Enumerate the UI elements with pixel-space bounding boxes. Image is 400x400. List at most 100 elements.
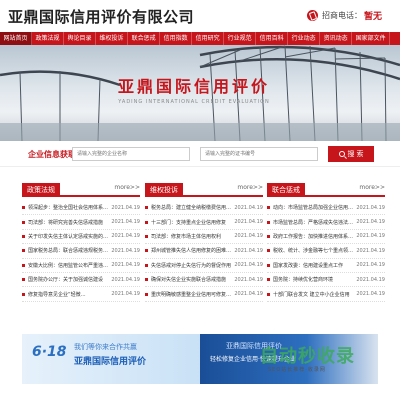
column-title[interactable]: 联合惩戒 xyxy=(267,183,305,197)
news-list: 动向：市场监管总局加强企业信用建设 2021.04.19 市场监管总局：严格惩戒失… xyxy=(267,201,385,302)
news-date: 2021.04.19 xyxy=(111,233,140,240)
column-title[interactable]: 维权投诉 xyxy=(145,183,183,197)
news-title[interactable]: 司法部：修复市场主体信用权利 xyxy=(151,233,232,240)
news-date: 2021.04.19 xyxy=(234,291,263,298)
news-date: 2021.04.19 xyxy=(356,247,385,254)
list-item[interactable]: 司法部：将研究完善失信惩戒措施 2021.04.19 xyxy=(22,215,140,230)
nav-item-info-news[interactable]: 资讯动态 xyxy=(320,32,353,45)
news-date: 2021.04.19 xyxy=(234,262,263,269)
bullet-icon xyxy=(267,263,270,267)
promo-banner-left[interactable]: 6·18 我们等你来合作共赢 亚鼎国际信用评价 xyxy=(22,334,200,384)
news-date: 2021.04.19 xyxy=(111,247,140,254)
list-item[interactable]: 安徽大比例：信用监管公布严重违法失信名单2021.04.19 xyxy=(22,259,140,273)
list-item[interactable]: 市场监管总局：严格惩戒失信违法行为 2021.04.19 xyxy=(267,215,385,230)
nav-item-industry-news[interactable]: 行业动态 xyxy=(288,32,321,45)
company-name-input[interactable] xyxy=(72,147,190,161)
nav-item-national-docs[interactable]: 国家部文件 xyxy=(352,32,391,45)
news-title[interactable]: 十部门联合发文 建立中小企业信用 xyxy=(273,291,354,298)
news-title[interactable]: 修复指导意见企业“轻微… xyxy=(28,291,109,298)
column-title[interactable]: 政策法规 xyxy=(22,183,60,197)
nav-item-joint-punishment[interactable]: 联合惩戒 xyxy=(128,32,161,45)
hotline-value: 暂无 xyxy=(363,12,382,22)
news-title[interactable]: 国务院：持续优化营商环境 xyxy=(273,276,354,283)
list-item[interactable]: 税务总局：建立健全纳税缴费信用评价体系2021.04.19 xyxy=(145,201,263,216)
news-date: 2021.04.19 xyxy=(111,219,140,226)
nav-item-credit-wiki[interactable]: 信用百科 xyxy=(256,32,289,45)
news-title[interactable]: 国家税务总局：联合惩戒违规税务失信问题 xyxy=(28,247,109,254)
list-item[interactable]: 动向：市场监管总局加强企业信用建设 2021.04.19 xyxy=(267,201,385,216)
news-date: 2021.04.19 xyxy=(234,219,263,226)
news-title[interactable]: 确保对失信企业实施联合惩戒措施 xyxy=(151,276,232,283)
news-title[interactable]: 郑州城管推失信人信用修复的困难问题 xyxy=(151,247,232,254)
promo-line-1: 我们等你来合作共赢 xyxy=(74,343,137,351)
news-title[interactable]: 市场监管总局：严格惩戒失信违法行为 xyxy=(273,219,354,226)
nav-item-home[interactable]: 网站首页 xyxy=(0,32,33,45)
nav-item-opinion[interactable]: 舆论目录 xyxy=(64,32,97,45)
hotline-label: 招商电话： xyxy=(321,11,362,20)
news-title[interactable]: 政府工作报告：加快推进信用体系建设 xyxy=(273,233,354,240)
news-title[interactable]: 国务院办公厅：关于加强诚信建设 xyxy=(28,276,109,283)
list-item[interactable]: 国家发改委：信用建设重点工作 2021.04.19 xyxy=(267,259,385,273)
news-list: 领深起步：整治全国社会信用体系突出问题2021.04.19 司法部：将研究完善失… xyxy=(22,201,140,302)
column-joint-punishment: 联合惩戒 more>> 动向：市场监管总局加强企业信用建设 2021.04.19 … xyxy=(267,183,385,333)
bullet-icon xyxy=(22,263,25,267)
header: 亚鼎国际信用评价有限公司 招商电话： 暂无 xyxy=(0,0,400,32)
news-title[interactable]: 税务总局：建立健全纳税缴费信用评价体系 xyxy=(151,204,232,211)
news-title[interactable]: 动向：市场监管总局加强企业信用建设 xyxy=(273,204,354,211)
news-title[interactable]: 税收、统计、涉金融等七个重点领域失信 xyxy=(273,247,354,254)
more-link[interactable]: more>> xyxy=(237,184,263,191)
news-title[interactable]: 司法部：将研究完善失信惩戒措施 xyxy=(28,219,109,226)
bullet-icon xyxy=(267,220,270,224)
list-item[interactable]: 郑州城管推失信人信用修复的困难问题 2021.04.19 xyxy=(145,244,263,259)
bullet-icon xyxy=(145,292,148,296)
more-link[interactable]: more>> xyxy=(114,184,140,191)
list-item[interactable]: 重庆明确敏感重整企业信用可修复问题 2021.04.19 xyxy=(145,287,263,302)
list-item[interactable]: 国务院：持续优化营商环境 2021.04.19 xyxy=(267,273,385,288)
list-item[interactable]: 国务院办公厅：关于加强诚信建设 2021.04.19 xyxy=(22,273,140,288)
news-title[interactable]: 安徽大比例：信用监管公布严重违法失信名单 xyxy=(28,262,109,269)
news-title[interactable]: 重庆明确敏感重整企业信用可修复问题 xyxy=(151,291,232,298)
nav-item-credit-index[interactable]: 信用指数 xyxy=(160,32,193,45)
nav-item-credit-research[interactable]: 信用研究 xyxy=(192,32,225,45)
nav-item-industry-norms[interactable]: 行业规范 xyxy=(224,32,257,45)
column-policy: 政策法规 more>> 领深起步：整治全国社会信用体系突出问题2021.04.1… xyxy=(22,183,140,333)
promo-banner-right[interactable]: 亚鼎国际信用评价 轻松修复企业信用·快速提升企业 自动秒收录 SEO站长推荐·收… xyxy=(200,334,378,384)
bullet-icon xyxy=(267,249,270,253)
site-title[interactable]: 亚鼎国际信用评价有限公司 xyxy=(8,6,194,27)
list-item[interactable]: 确保对失信企业实施联合惩戒措施 2021.04.19 xyxy=(145,273,263,288)
news-title[interactable]: 领深起步：整治全国社会信用体系突出问题 xyxy=(28,204,109,211)
list-item[interactable]: 司法部：修复市场主体信用权利 2021.04.19 xyxy=(145,230,263,245)
column-header: 联合惩戒 more>> xyxy=(267,183,385,197)
list-item[interactable]: 国家税务总局：联合惩戒违规税务失信问题2021.04.19 xyxy=(22,244,140,259)
news-title[interactable]: 关于印发失信主体认定惩戒实施的通知 xyxy=(28,233,109,240)
list-item[interactable]: 领深起步：整治全国社会信用体系突出问题2021.04.19 xyxy=(22,201,140,216)
list-item[interactable]: 修复指导意见企业“轻微… 2021.04.19 xyxy=(22,287,140,302)
list-item[interactable]: 失信惩戒对停止失信行为的督促作用 2021.04.19 xyxy=(145,259,263,273)
news-title[interactable]: 国家发改委：信用建设重点工作 xyxy=(273,262,354,269)
news-title[interactable]: 十三部门：支持重点企业信用修复 xyxy=(151,219,232,226)
list-item[interactable]: 关于印发失信主体认定惩戒实施的通知 2021.04.19 xyxy=(22,230,140,245)
news-date: 2021.04.19 xyxy=(234,233,263,240)
search-button[interactable]: 搜 索 xyxy=(328,146,374,162)
news-date: 2021.04.19 xyxy=(356,233,385,240)
promo-line-2: 亚鼎国际信用评价 xyxy=(74,357,147,367)
main-nav: 网站首页 政策法规 舆论目录 维权投诉 联合惩戒 信用指数 信用研究 行业规范 … xyxy=(0,32,400,45)
news-date: 2021.04.19 xyxy=(111,276,140,283)
list-item[interactable]: 政府工作报告：加快推进信用体系建设 2021.04.19 xyxy=(267,230,385,245)
news-date: 2021.04.19 xyxy=(356,204,385,211)
banner: 亚鼎国际信用评价 YADING INTERNATIONAL CREDIT EVA… xyxy=(0,45,400,141)
nav-item-policy[interactable]: 政策法规 xyxy=(32,32,65,45)
certificate-number-input[interactable] xyxy=(200,147,318,161)
list-item[interactable]: 十部门联合发文 建立中小企业信用 2021.04.19 xyxy=(267,287,385,302)
nav-item-complaints[interactable]: 维权投诉 xyxy=(96,32,129,45)
list-item[interactable]: 十三部门：支持重点企业信用修复 2021.04.19 xyxy=(145,215,263,230)
list-item[interactable]: 税收、统计、涉金融等七个重点领域失信 2021.04.19 xyxy=(267,244,385,259)
banner-subtitle: YADING INTERNATIONAL CREDIT EVALUATION xyxy=(118,99,270,105)
news-title[interactable]: 失信惩戒对停止失信行为的督促作用 xyxy=(151,262,232,269)
column-header: 政策法规 more>> xyxy=(22,183,140,197)
bullet-icon xyxy=(267,292,270,296)
bullet-icon xyxy=(22,206,25,210)
more-link[interactable]: more>> xyxy=(359,184,385,191)
bullet-icon xyxy=(145,234,148,238)
bullet-icon xyxy=(22,292,25,296)
